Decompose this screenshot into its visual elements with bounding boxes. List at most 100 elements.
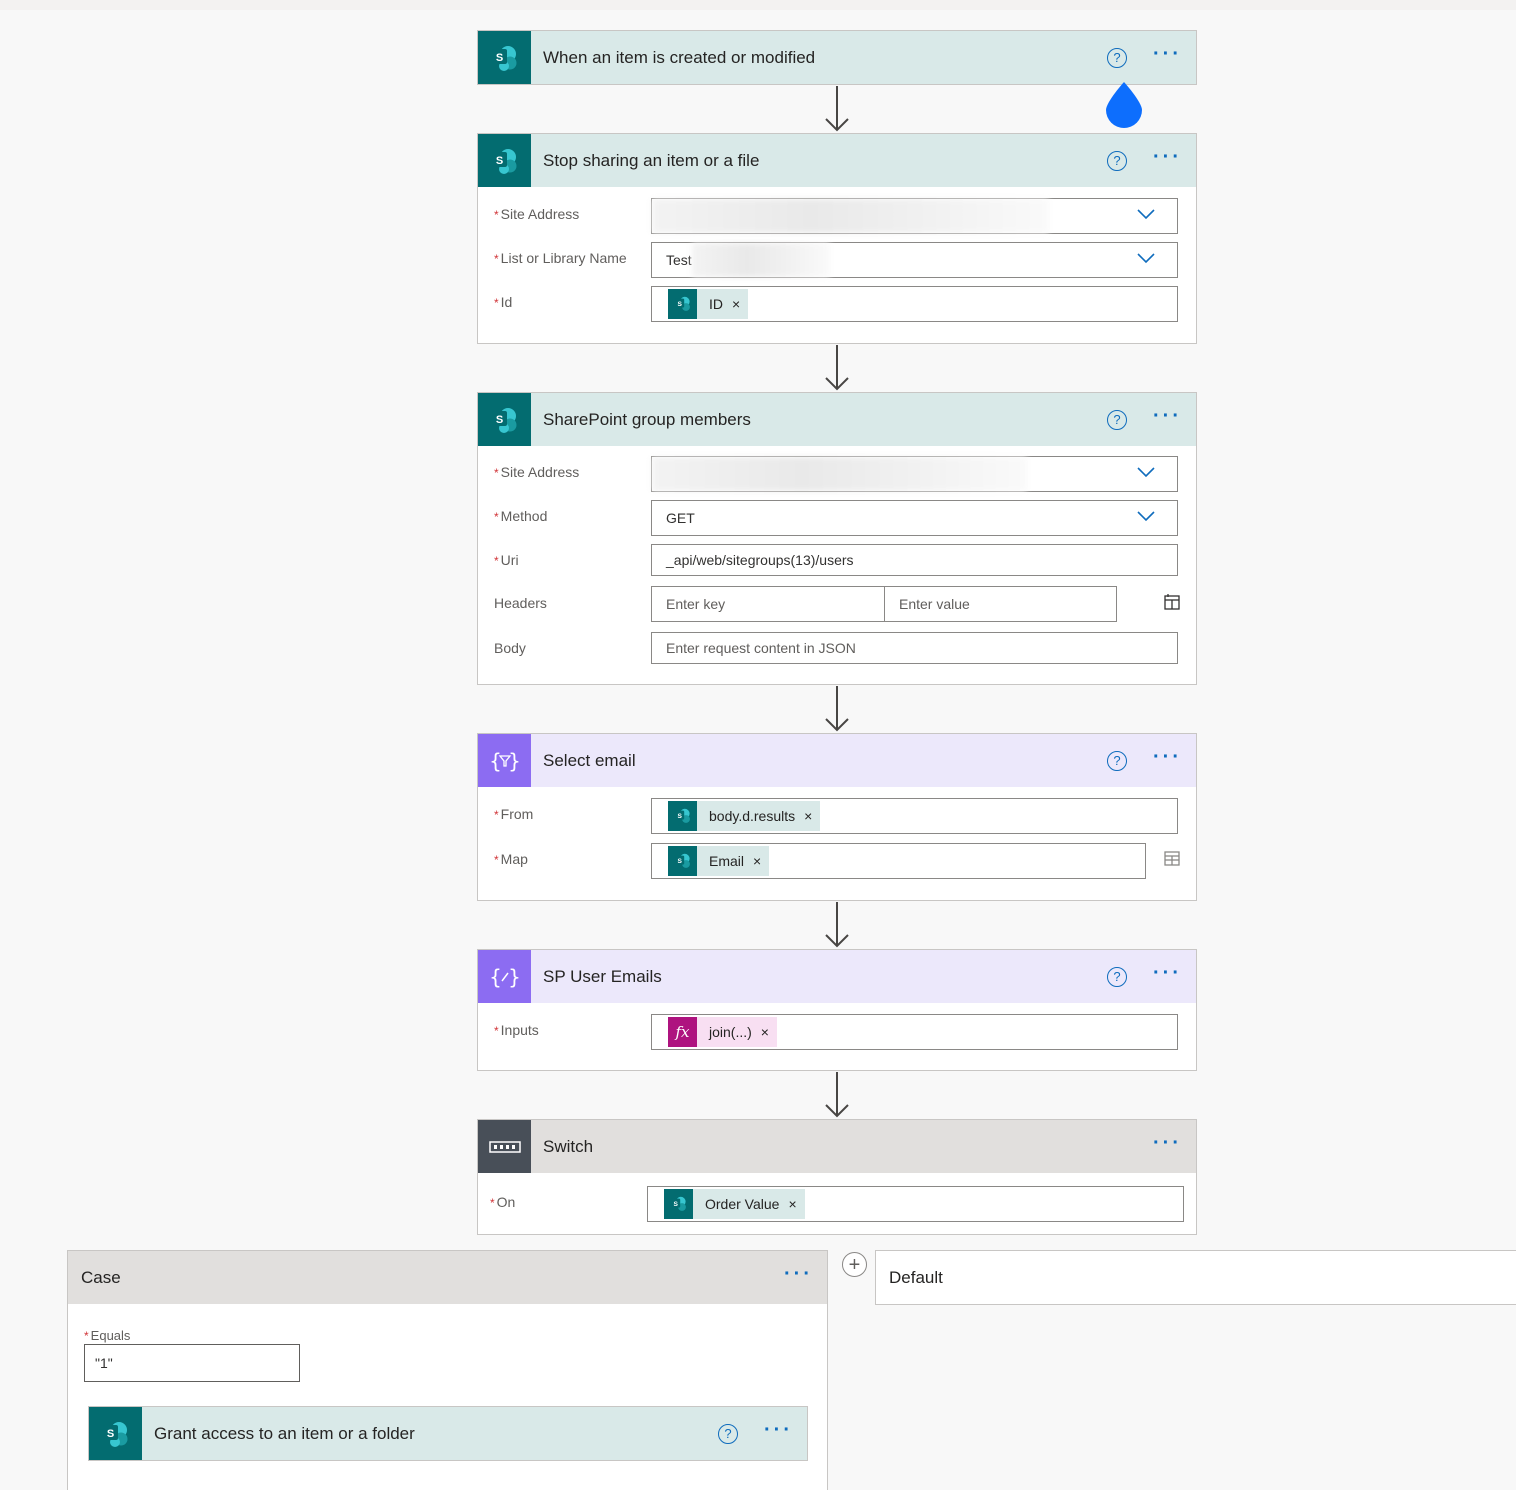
sp-user-emails-title: SP User Emails bbox=[543, 966, 662, 986]
token-label: ID bbox=[709, 296, 723, 312]
remove-token-icon[interactable]: × bbox=[753, 853, 761, 869]
dynamic-content-token[interactable]: S body.d.results × bbox=[668, 801, 821, 831]
sp-user-emails-card[interactable]: { } SP User Emails ? ··· * Inputs fx join… bbox=[477, 949, 1197, 1071]
help-icon[interactable]: ? bbox=[1107, 47, 1128, 68]
map-field[interactable]: S Email × bbox=[651, 843, 1146, 879]
sp-user-emails-header[interactable]: { } SP User Emails ? ··· bbox=[478, 950, 1196, 1003]
svg-text:S: S bbox=[495, 155, 502, 167]
site-address-row: * Site Address bbox=[494, 456, 1178, 492]
switch-map-mode-icon[interactable] bbox=[1162, 848, 1182, 868]
default-card[interactable]: Default bbox=[875, 1250, 1516, 1305]
stop-sharing-header[interactable]: S Stop sharing an item or a file ? ··· bbox=[478, 134, 1196, 187]
remove-token-icon[interactable]: × bbox=[732, 296, 740, 312]
stop-sharing-card[interactable]: S Stop sharing an item or a file ? ··· *… bbox=[477, 133, 1197, 344]
uri-input[interactable]: _api/web/sitegroups(13)/users bbox=[651, 544, 1178, 576]
more-options-icon[interactable]: ··· bbox=[764, 1420, 793, 1443]
headers-label: Headers bbox=[494, 595, 547, 611]
dynamic-content-token[interactable]: S Email × bbox=[668, 846, 770, 876]
help-icon[interactable]: ? bbox=[1107, 150, 1128, 171]
svg-text:{ }: { } bbox=[490, 749, 520, 773]
inputs-label: * Inputs bbox=[494, 1022, 539, 1038]
chevron-down-icon[interactable] bbox=[1137, 510, 1155, 522]
equals-input[interactable]: "1" bbox=[84, 1344, 300, 1382]
from-field[interactable]: S body.d.results × bbox=[651, 798, 1178, 834]
default-header[interactable]: Default bbox=[876, 1251, 1516, 1304]
data-operation-icon: { } bbox=[478, 734, 531, 787]
group-members-title: SharePoint group members bbox=[543, 409, 751, 429]
svg-text:S: S bbox=[677, 858, 682, 865]
dynamic-content-token[interactable]: S Order Value × bbox=[664, 1189, 805, 1219]
group-members-header[interactable]: S SharePoint group members ? ··· bbox=[478, 393, 1196, 446]
on-row: * On S Order Value × bbox=[490, 1186, 1184, 1222]
header-value-placeholder: Enter value bbox=[899, 596, 970, 612]
trigger-card[interactable]: S When an item is created or modified ? … bbox=[477, 30, 1197, 85]
site-address-dropdown[interactable] bbox=[651, 198, 1178, 234]
select-email-card[interactable]: { } Select email ? ··· * From S body.d.re… bbox=[477, 733, 1197, 901]
body-input[interactable]: Enter request content in JSON bbox=[651, 632, 1178, 664]
drop-target-icon[interactable] bbox=[1104, 80, 1144, 128]
map-row: * Map S Email × bbox=[494, 843, 1180, 879]
inputs-row: * Inputs fx join(...) × bbox=[494, 1014, 1178, 1050]
svg-text:S: S bbox=[677, 301, 682, 308]
list-name-dropdown[interactable]: Test bbox=[651, 242, 1178, 278]
redacted-value bbox=[652, 199, 1049, 233]
more-options-icon[interactable]: ··· bbox=[1153, 963, 1182, 986]
more-options-icon[interactable]: ··· bbox=[784, 1264, 813, 1287]
more-options-icon[interactable]: ··· bbox=[1153, 147, 1182, 170]
sharepoint-icon: S bbox=[668, 846, 697, 876]
svg-text:S: S bbox=[673, 1201, 678, 1208]
on-field[interactable]: S Order Value × bbox=[647, 1186, 1184, 1222]
case-card[interactable]: Case ··· * Equals "1" S Grant access to a… bbox=[67, 1250, 828, 1490]
chevron-down-icon[interactable] bbox=[1137, 208, 1155, 220]
svg-text:S: S bbox=[106, 1428, 113, 1440]
group-members-card[interactable]: S SharePoint group members ? ··· * Site A… bbox=[477, 392, 1197, 685]
chevron-down-icon[interactable] bbox=[1137, 252, 1155, 264]
connector-arrow bbox=[825, 86, 849, 132]
token-label: join(...) bbox=[709, 1024, 752, 1040]
method-dropdown[interactable]: GET bbox=[651, 500, 1178, 536]
connector-arrow bbox=[825, 902, 849, 948]
sharepoint-icon: S bbox=[664, 1189, 693, 1219]
help-icon[interactable]: ? bbox=[1107, 966, 1128, 987]
select-email-header[interactable]: { } Select email ? ··· bbox=[478, 734, 1196, 787]
more-options-icon[interactable]: ··· bbox=[1153, 44, 1182, 67]
site-address-dropdown[interactable] bbox=[651, 456, 1178, 492]
grant-access-card[interactable]: S Grant access to an item or a folder ? … bbox=[88, 1406, 808, 1461]
connector-arrow bbox=[825, 686, 849, 732]
id-field[interactable]: S ID × bbox=[651, 286, 1178, 322]
remove-token-icon[interactable]: × bbox=[804, 808, 812, 824]
sharepoint-icon: S bbox=[668, 801, 697, 831]
help-icon[interactable]: ? bbox=[1107, 409, 1128, 430]
body-row: Body Enter request content in JSON bbox=[494, 632, 1178, 664]
connector-arrow bbox=[825, 1072, 849, 1118]
remove-token-icon[interactable]: × bbox=[761, 1024, 769, 1040]
switch-to-text-mode-icon[interactable] bbox=[1162, 592, 1182, 612]
inputs-field[interactable]: fx join(...) × bbox=[651, 1014, 1178, 1050]
more-options-icon[interactable]: ··· bbox=[1153, 406, 1182, 429]
help-icon[interactable]: ? bbox=[718, 1423, 739, 1444]
help-icon[interactable]: ? bbox=[1107, 750, 1128, 771]
header-value-input[interactable]: Enter value bbox=[884, 586, 1117, 622]
dynamic-content-token[interactable]: S ID × bbox=[668, 289, 749, 319]
grant-access-header[interactable]: S Grant access to an item or a folder ? … bbox=[89, 1407, 807, 1460]
expression-token[interactable]: fx join(...) × bbox=[668, 1017, 777, 1047]
redacted-value bbox=[692, 243, 830, 277]
trigger-header[interactable]: S When an item is created or modified ? … bbox=[478, 31, 1196, 84]
list-name-value: Test bbox=[666, 252, 692, 268]
method-row: * Method GET bbox=[494, 500, 1178, 536]
uri-label: * Uri bbox=[494, 552, 519, 568]
token-label: Order Value bbox=[705, 1196, 780, 1212]
sharepoint-icon: S bbox=[478, 393, 531, 446]
more-options-icon[interactable]: ··· bbox=[1153, 747, 1182, 770]
add-case-icon[interactable]: + bbox=[842, 1252, 867, 1277]
fx-icon: fx bbox=[668, 1017, 697, 1047]
connector-arrow bbox=[825, 345, 849, 391]
switch-header[interactable]: Switch ··· bbox=[478, 1120, 1196, 1173]
top-band bbox=[0, 0, 1516, 10]
more-options-icon[interactable]: ··· bbox=[1153, 1133, 1182, 1156]
header-key-input[interactable]: Enter key bbox=[651, 586, 885, 622]
chevron-down-icon[interactable] bbox=[1137, 466, 1155, 478]
case-header[interactable]: Case ··· bbox=[68, 1251, 827, 1304]
remove-token-icon[interactable]: × bbox=[788, 1196, 796, 1212]
switch-card[interactable]: Switch ··· * On S Order Value × bbox=[477, 1119, 1197, 1235]
